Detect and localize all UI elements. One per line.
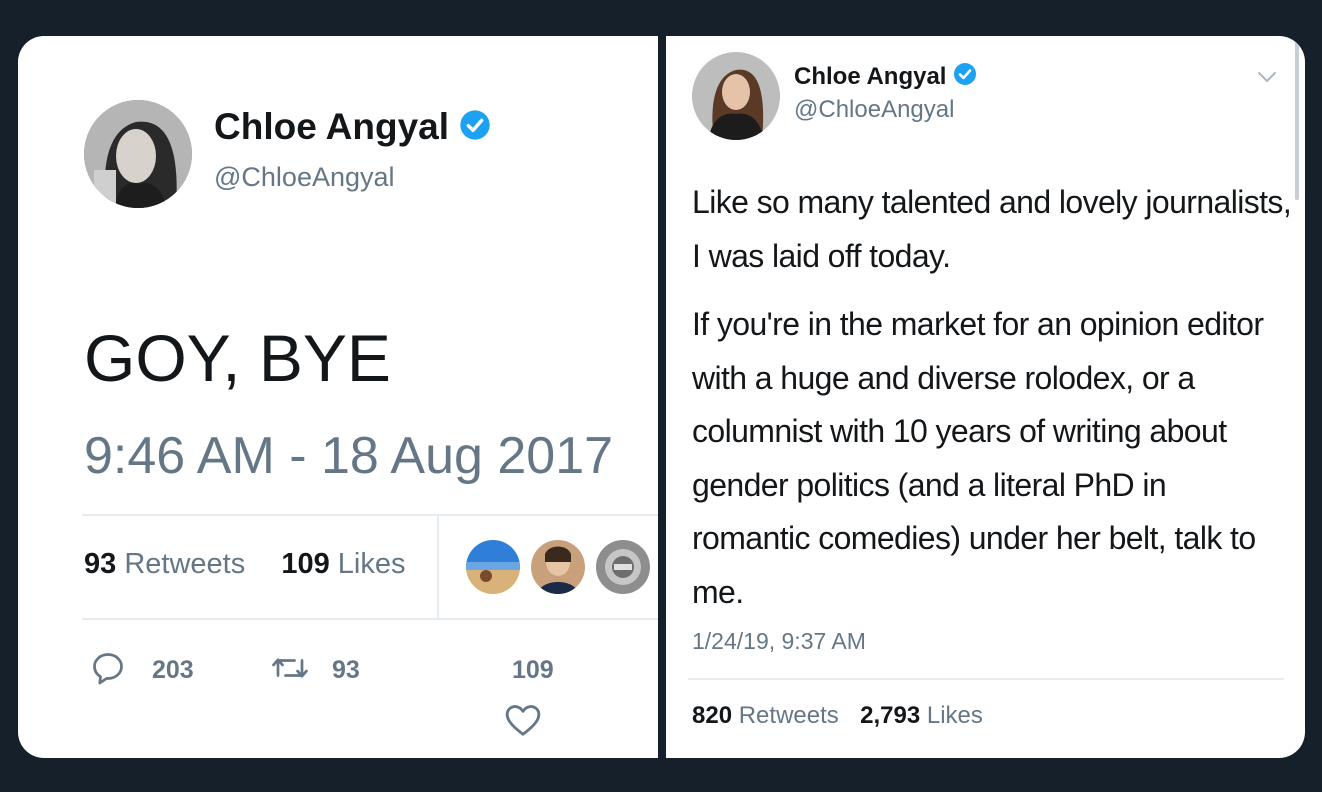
author-handle[interactable]: @ChloeAngyal bbox=[794, 96, 954, 124]
image-divider bbox=[658, 36, 666, 758]
tweet-text-paragraph: If you're in the market for an opinion e… bbox=[692, 306, 1264, 610]
retweets-stat[interactable]: 93 Retweets bbox=[84, 548, 245, 580]
avatar[interactable] bbox=[84, 100, 192, 208]
avatar[interactable] bbox=[692, 52, 780, 140]
scrollbar[interactable] bbox=[1295, 40, 1299, 200]
chevron-down-icon[interactable] bbox=[1256, 70, 1278, 89]
tweet-stats: 93 Retweets 109 Likes bbox=[84, 548, 406, 581]
reply-count: 203 bbox=[152, 656, 194, 684]
retweets-count: 820 bbox=[692, 702, 733, 729]
liker-avatar[interactable] bbox=[531, 540, 585, 594]
author-name[interactable]: Chloe Angyal bbox=[214, 106, 491, 150]
reply-icon bbox=[90, 650, 126, 691]
tweet-stats: 820 Retweets 2,793 Likes bbox=[692, 702, 983, 730]
divider bbox=[688, 678, 1284, 680]
likes-count: 109 bbox=[281, 548, 330, 580]
tweet-timestamp[interactable]: 9:46 AM - 18 Aug 2017 bbox=[84, 426, 613, 486]
verified-badge-icon bbox=[953, 62, 977, 93]
like-count: 109 bbox=[512, 656, 554, 684]
verified-badge-icon bbox=[459, 108, 491, 150]
likes-stat[interactable]: 2,793 Likes bbox=[860, 702, 983, 729]
likes-count: 2,793 bbox=[860, 702, 921, 729]
retweet-icon bbox=[270, 650, 310, 691]
author-name-text[interactable]: Chloe Angyal bbox=[794, 63, 946, 90]
retweets-label: Retweets bbox=[124, 548, 246, 580]
tweet-card-left: Chloe Angyal @ChloeAngyal GOY, BYE 9:46 … bbox=[18, 36, 658, 758]
liker-avatar[interactable] bbox=[466, 540, 520, 594]
divider bbox=[82, 514, 658, 516]
tweet-timestamp[interactable]: 1/24/19, 9:37 AM bbox=[692, 628, 866, 655]
author-name[interactable]: Chloe Angyal bbox=[794, 62, 977, 93]
likes-stat[interactable]: 109 Likes bbox=[281, 548, 405, 580]
liker-avatar[interactable] bbox=[596, 540, 650, 594]
divider bbox=[82, 618, 658, 620]
likes-label: Likes bbox=[337, 548, 406, 580]
author-handle[interactable]: @ChloeAngyal bbox=[214, 162, 395, 193]
tweet-text: GOY, BYE bbox=[84, 321, 391, 395]
like-icon bbox=[504, 702, 542, 743]
retweets-count: 93 bbox=[84, 548, 117, 580]
divider bbox=[437, 514, 439, 618]
likes-label: Likes bbox=[926, 702, 983, 729]
retweets-stat[interactable]: 820 Retweets bbox=[692, 702, 839, 729]
author-name-text[interactable]: Chloe Angyal bbox=[214, 106, 449, 147]
retweets-label: Retweets bbox=[738, 702, 839, 729]
tweet-text-paragraph: Like so many talented and lovely journal… bbox=[692, 184, 1292, 274]
tweet-card-right: Chloe Angyal @ChloeAngyal Like so many t… bbox=[666, 36, 1305, 758]
retweet-count: 93 bbox=[332, 656, 360, 684]
